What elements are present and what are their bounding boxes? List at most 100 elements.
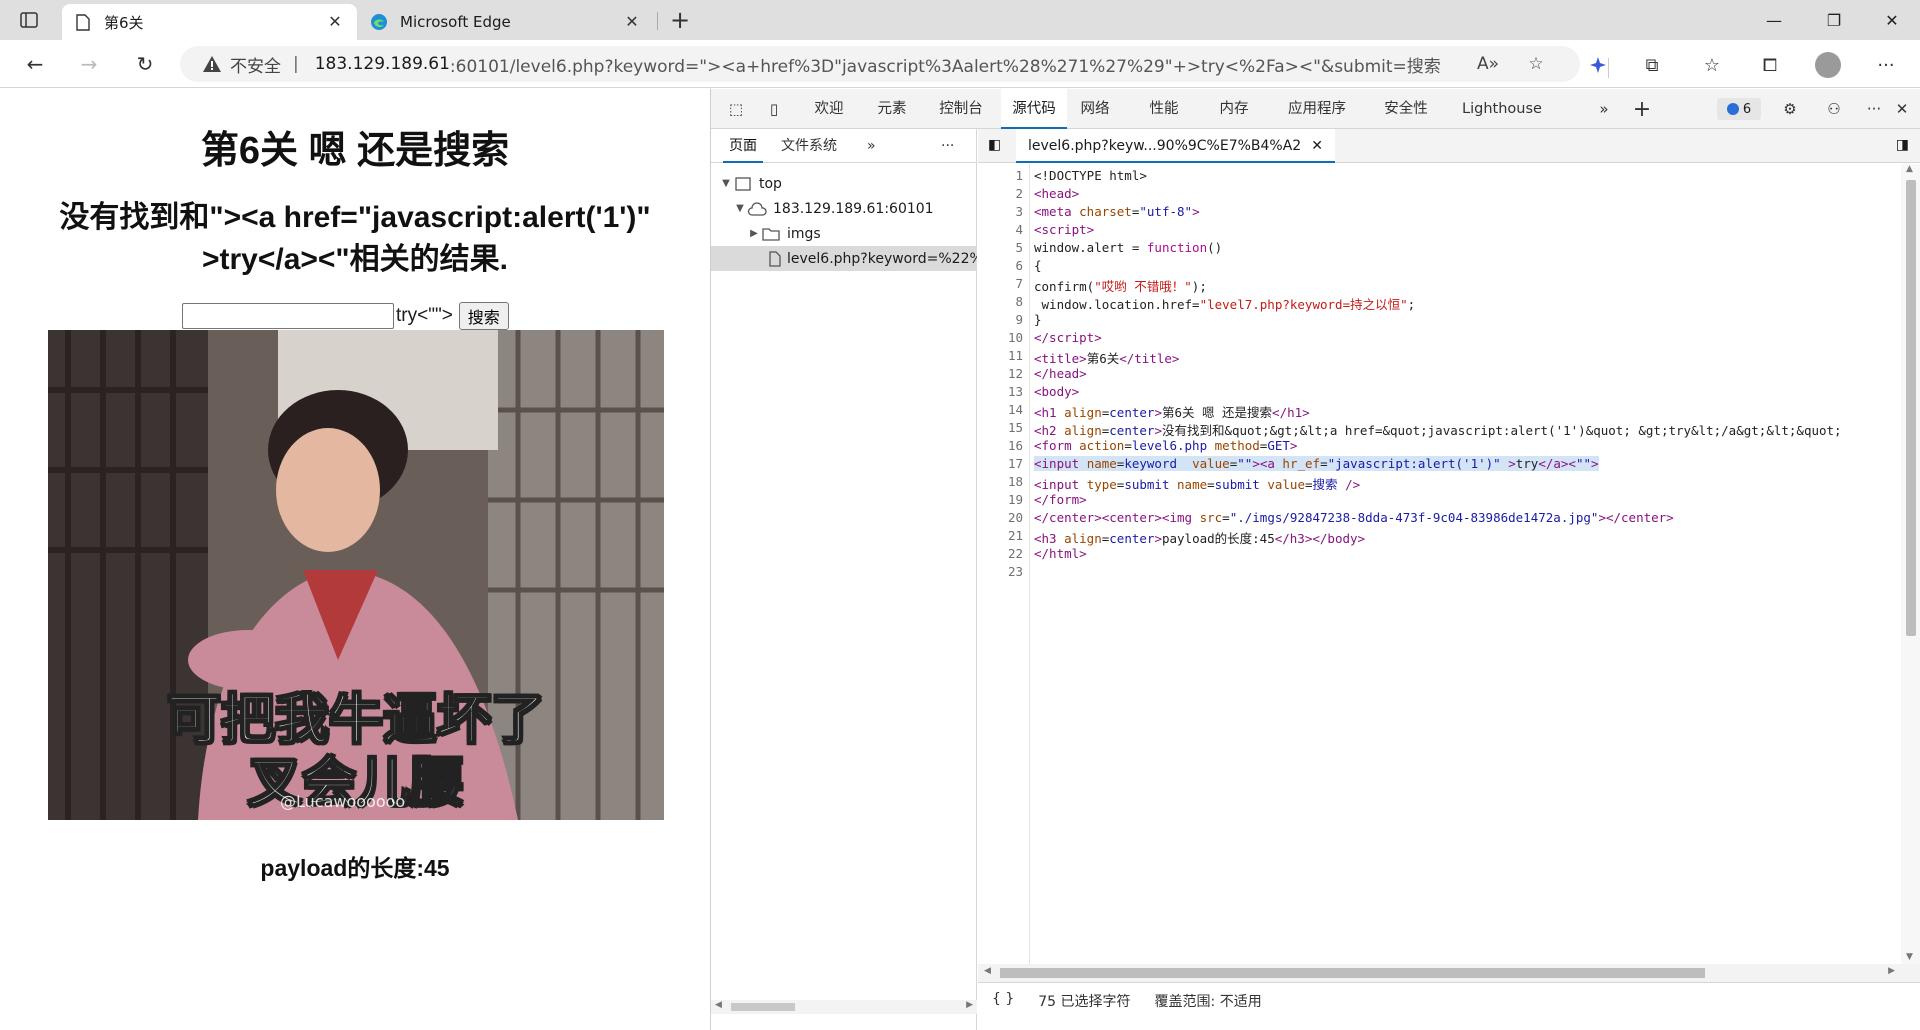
line-number[interactable]: 8 [983,294,1023,309]
tab-sources[interactable]: 源代码 [1001,89,1067,129]
favorites-icon[interactable]: ☆ [1696,50,1728,80]
edge-logo-icon [370,13,388,31]
tab-title: 第6关 [104,13,144,32]
line-number[interactable]: 11 [983,348,1023,363]
tree-item-level6[interactable]: level6.php?keyword=%22% [711,246,977,271]
code-view[interactable]: <!DOCTYPE html> <head> <meta charset="ut… [1030,164,1901,964]
close-devtools-icon[interactable]: ✕ [1889,98,1915,120]
line-number[interactable]: 1 [983,168,1023,183]
issues-badge[interactable]: 6 [1717,98,1761,120]
scroll-left-icon[interactable]: ◀ [984,966,991,976]
pretty-print-button[interactable]: { } [992,991,1014,1007]
tree-item-imgs[interactable]: ▶ imgs [711,221,977,246]
tab-performance[interactable]: 性能 [1137,89,1191,129]
line-number[interactable]: 17 [983,456,1023,471]
tree-item-host[interactable]: ▼ 183.129.189.61:60101 [711,196,977,221]
code-line: window.alert = function() [1034,240,1223,255]
keyword-input[interactable] [182,303,394,329]
new-tab-button[interactable]: + [665,6,695,34]
line-number[interactable]: 7 [983,276,1023,291]
devtools-more-icon[interactable]: ··· [1861,98,1887,120]
line-number[interactable]: 19 [983,492,1023,507]
line-number[interactable]: 6 [983,258,1023,273]
scrollbar-thumb[interactable] [1906,180,1916,636]
scroll-right-icon[interactable]: ▶ [1888,966,1895,976]
navigator-menu-icon[interactable]: ··· [941,129,965,163]
code-line: } [1034,312,1042,327]
scroll-left-icon[interactable]: ◀ [715,1000,722,1010]
more-tabs-icon[interactable]: » [1591,98,1617,120]
tab-microsoft-edge[interactable]: Microsoft Edge ✕ [358,4,654,40]
line-number[interactable]: 21 [983,528,1023,543]
navigator-scrollbar[interactable]: ◀ ▶ [711,1000,977,1014]
line-number[interactable]: 2 [983,186,1023,201]
more-navigator-icon[interactable]: » [867,129,887,163]
code-line-highlighted: <input name=keyword value=""><a hr_ef="j… [1034,456,1599,471]
line-number[interactable]: 22 [983,546,1023,561]
editor-horizontal-scrollbar[interactable]: ◀ ▶ [978,964,1920,982]
tab-elements[interactable]: 元素 [865,89,919,129]
tab-welcome[interactable]: 欢迎 [799,89,859,129]
line-number[interactable]: 13 [983,384,1023,399]
tab-filesystem[interactable]: 文件系统 [781,129,847,163]
editor-status-bar: { } 75 已选择字符 覆盖范围: 不适用 [978,982,1920,1030]
toggle-navigator-icon[interactable]: ◧ [988,137,1001,153]
line-number[interactable]: 4 [983,222,1023,237]
restore-button[interactable]: ❐ [1806,0,1862,40]
collections-icon[interactable]: ⧠ [1754,50,1786,80]
close-tab-icon[interactable]: ✕ [325,12,345,32]
line-number[interactable]: 10 [983,330,1023,345]
tab-page[interactable]: 页面 [723,129,763,163]
tab-console[interactable]: 控制台 [931,89,991,129]
profile-icon[interactable] [1812,50,1844,80]
scrollbar-thumb[interactable] [731,1003,795,1011]
tab-security[interactable]: 安全性 [1373,89,1439,129]
tab-level6[interactable]: 第6关 ✕ [62,4,357,40]
scroll-right-icon[interactable]: ▶ [966,1000,973,1010]
extensions-icon[interactable]: ⧉ [1636,50,1668,80]
more-menu-icon[interactable]: ··· [1870,50,1902,80]
line-number[interactable]: 5 [983,240,1023,255]
tab-actions-icon[interactable] [14,8,44,32]
forward-button[interactable]: → [72,48,106,80]
scroll-up-icon[interactable]: ▲ [1906,164,1913,174]
tree-item-top[interactable]: ▼ top [711,171,977,196]
copilot-icon[interactable] [1582,50,1614,80]
line-number[interactable]: 20 [983,510,1023,525]
line-number[interactable]: 12 [983,366,1023,381]
line-number[interactable]: 18 [983,474,1023,489]
tab-lighthouse[interactable]: Lighthouse [1457,89,1547,129]
search-button[interactable]: 搜索 [458,302,509,330]
minimize-button[interactable]: — [1746,0,1802,40]
device-emulation-icon[interactable]: ▯ [761,98,787,120]
line-number[interactable]: 14 [983,402,1023,417]
editor-vertical-scrollbar[interactable]: ▲ ▼ [1901,164,1920,964]
line-number[interactable]: 9 [983,312,1023,327]
settings-gear-icon[interactable]: ⚙ [1777,98,1803,120]
tab-network[interactable]: 网络 [1071,89,1119,129]
tab-memory[interactable]: 内存 [1207,89,1261,129]
toggle-debugger-icon[interactable]: ◨ [1896,137,1909,153]
close-file-icon[interactable]: ✕ [1311,138,1323,154]
line-number[interactable]: 3 [983,204,1023,219]
line-number[interactable]: 23 [983,564,1023,579]
url-host: 183.129.189.61 [314,54,450,74]
read-aloud-icon[interactable]: A» [1476,54,1500,78]
close-window-button[interactable]: ✕ [1864,0,1920,40]
back-button[interactable]: ← [18,48,52,80]
scrollbar-thumb[interactable] [1000,968,1705,978]
close-tab-icon[interactable]: ✕ [622,12,642,32]
inspect-element-icon[interactable]: ⬚ [723,98,749,120]
scroll-down-icon[interactable]: ▼ [1906,952,1913,962]
address-bar[interactable]: 不安全 | 183.129.189.61:60101/level6.php?ke… [180,46,1580,82]
refresh-button[interactable]: ↻ [128,48,162,80]
add-favorite-icon[interactable]: ☆ [1524,54,1548,78]
tab-application[interactable]: 应用程序 [1277,89,1357,129]
editor-tab-level6[interactable]: level6.php?keyw...90%9C%E7%B4%A2 ✕ [1016,129,1335,163]
frame-icon [733,176,753,192]
feedback-icon[interactable]: ⚇ [1821,98,1847,120]
line-number[interactable]: 15 [983,420,1023,435]
code-line: <h1 align=center>第6关 嗯 还是搜索</h1> [1034,405,1310,420]
add-tool-icon[interactable]: + [1629,97,1655,122]
line-number[interactable]: 16 [983,438,1023,453]
